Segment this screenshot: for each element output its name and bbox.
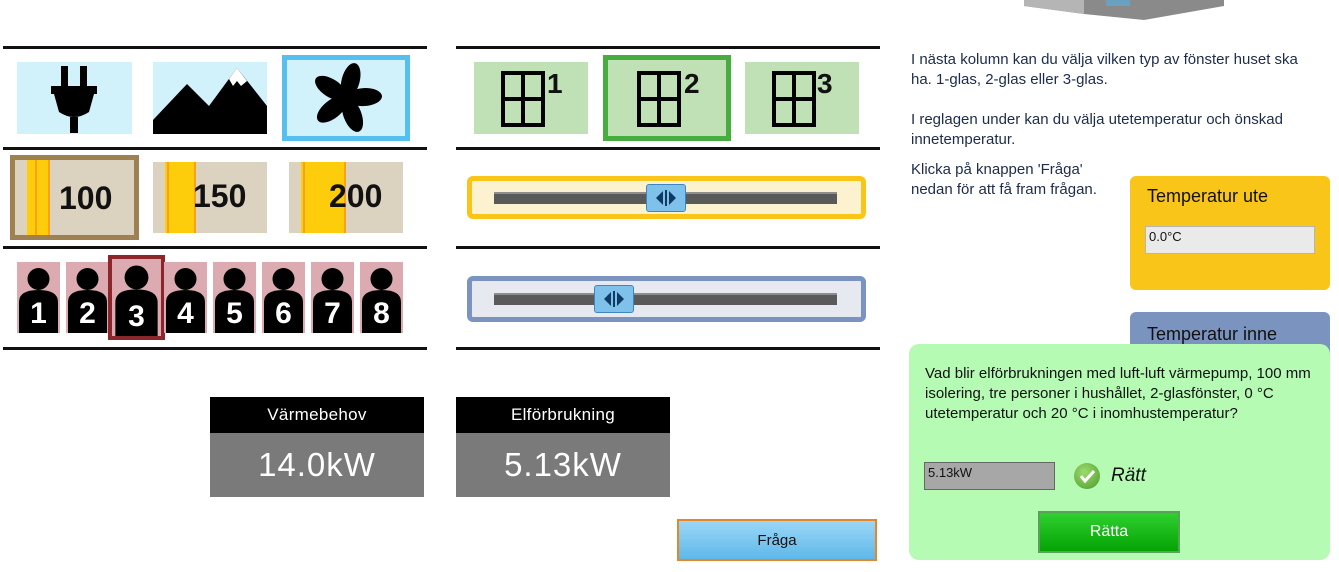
window-option-label: 1 xyxy=(547,68,563,99)
person-option-1[interactable]: 1 xyxy=(17,262,60,333)
heat-demand-value: 14.0kW xyxy=(210,433,424,497)
slider-arrows-icon xyxy=(603,291,624,307)
question-text: Vad blir elförbrukningen med luft-luft v… xyxy=(925,365,1311,422)
fan-icon xyxy=(315,63,382,132)
insulation-option-label: 100 xyxy=(59,180,113,216)
slider-track xyxy=(494,293,837,305)
slider-handle[interactable] xyxy=(645,183,686,212)
insulation-option-150[interactable]: 150 xyxy=(153,162,267,233)
divider xyxy=(456,147,880,150)
person-option-label: 5 xyxy=(226,297,243,330)
person-option-label: 3 xyxy=(128,300,145,333)
slider-handle[interactable] xyxy=(593,285,634,313)
divider xyxy=(3,46,427,49)
divider xyxy=(3,347,427,350)
slider-arrows-icon xyxy=(655,189,676,206)
checkmark-icon xyxy=(1074,463,1100,489)
person-option-3[interactable]: 3 xyxy=(108,255,165,340)
insulation-option-100[interactable]: 100 xyxy=(10,155,139,240)
outdoor-temperature-panel: Temperatur ute 0.0°C xyxy=(1130,176,1330,290)
outdoor-temperature-field[interactable]: 0.0°C xyxy=(1145,226,1315,254)
heat-demand-label: Värmebehov xyxy=(210,397,424,433)
window-icon xyxy=(772,71,816,127)
window-option-2[interactable]: 2 xyxy=(603,55,731,141)
person-option-7[interactable]: 7 xyxy=(311,262,354,333)
info-text-ask: Klicka på knappen 'Fråga' nedan för att … xyxy=(911,161,1097,198)
person-option-label: 7 xyxy=(324,297,341,330)
info-text-windows: I nästa kolumn kan du välja vilken typ a… xyxy=(911,51,1298,88)
divider xyxy=(456,246,880,249)
window-icon xyxy=(501,71,545,127)
indoor-temperature-title: Temperatur inne xyxy=(1147,324,1278,344)
heating-option-air-heat-pump[interactable] xyxy=(282,55,410,141)
outdoor-temperature-slider[interactable] xyxy=(467,176,866,219)
house-image xyxy=(1024,0,1224,22)
divider xyxy=(456,46,880,49)
power-consumption-value: 5.13kW xyxy=(456,433,670,497)
person-option-label: 8 xyxy=(373,297,390,330)
check-answer-button[interactable]: Rätta xyxy=(1038,511,1180,553)
person-option-8[interactable]: 8 xyxy=(360,262,403,333)
person-option-label: 1 xyxy=(30,297,47,330)
person-option-2[interactable]: 2 xyxy=(66,262,109,333)
window-icon xyxy=(637,71,681,127)
insulation-option-200[interactable]: 200 xyxy=(289,162,403,233)
insulation-option-label: 200 xyxy=(329,178,383,214)
person-option-label: 6 xyxy=(275,297,292,330)
power-consumption-label: Elförbrukning xyxy=(456,397,670,433)
window-option-label: 3 xyxy=(817,68,833,99)
outdoor-temperature-title: Temperatur ute xyxy=(1147,186,1269,206)
info-text-sliders: I reglagen under kan du välja utetempera… xyxy=(911,111,1283,148)
person-option-4[interactable]: 4 xyxy=(164,262,207,333)
divider xyxy=(3,246,427,249)
person-option-label: 4 xyxy=(177,297,194,330)
answer-field[interactable]: 5.13kW xyxy=(924,462,1055,490)
question-panel: Vad blir elförbrukningen med luft-luft v… xyxy=(909,344,1330,560)
insulation-option-label: 150 xyxy=(193,178,247,214)
plug-icon xyxy=(51,66,97,133)
heating-option-electric[interactable] xyxy=(17,62,132,134)
person-option-label: 2 xyxy=(79,297,96,330)
heating-option-geothermal[interactable] xyxy=(153,62,267,134)
window-option-label: 2 xyxy=(684,68,700,99)
person-option-6[interactable]: 6 xyxy=(262,262,305,333)
divider xyxy=(3,147,427,150)
mountain-icon xyxy=(153,68,267,134)
divider xyxy=(456,347,880,350)
indoor-temperature-slider[interactable] xyxy=(467,276,866,322)
window-option-1[interactable]: 1 xyxy=(474,62,588,134)
window-option-3[interactable]: 3 xyxy=(745,62,859,134)
answer-status: Rätt xyxy=(1111,465,1146,486)
person-option-5[interactable]: 5 xyxy=(213,262,256,333)
ask-button[interactable]: Fråga xyxy=(677,519,877,561)
